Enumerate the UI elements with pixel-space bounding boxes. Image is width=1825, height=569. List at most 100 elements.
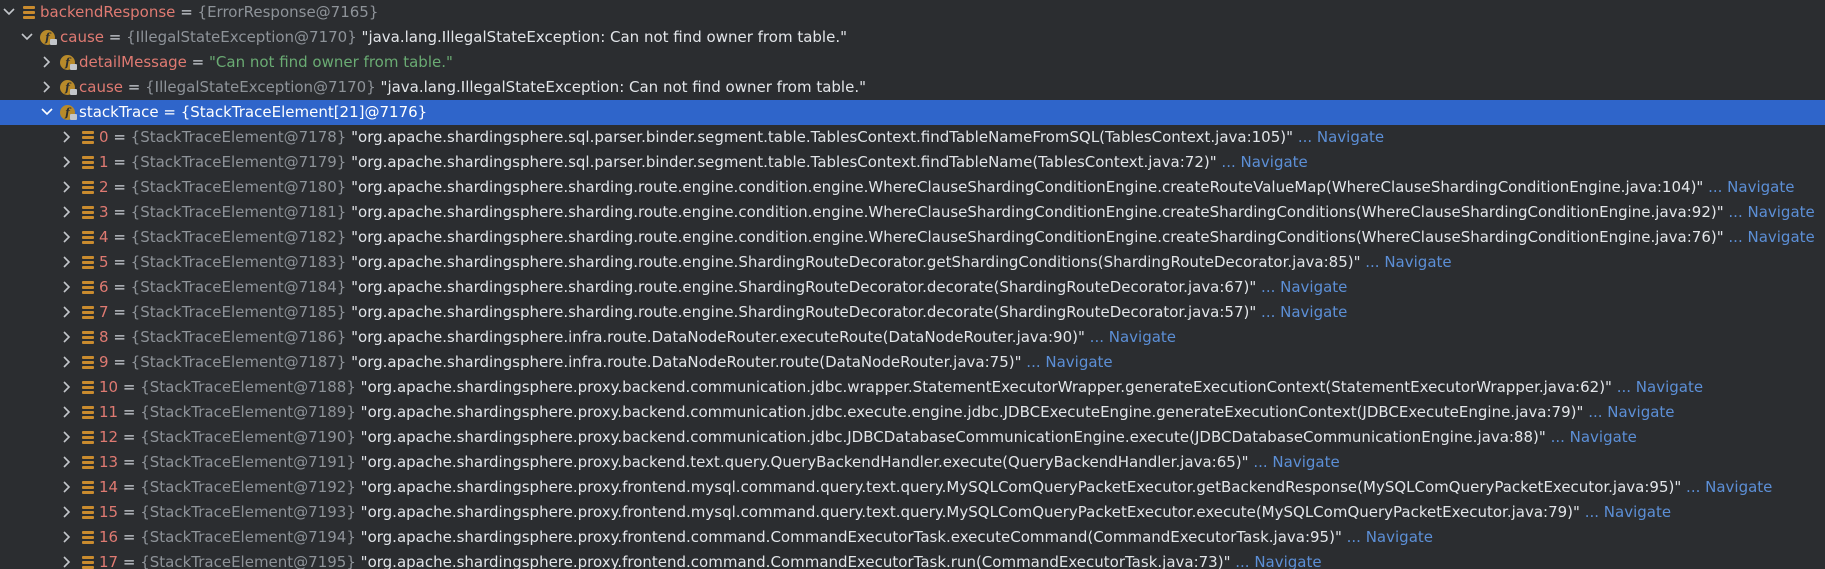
navigate-link[interactable]: ... Navigate (1261, 278, 1347, 296)
frame-type-ref: {StackTraceElement@7186} (130, 328, 347, 346)
tree-row-cause[interactable]: f cause = {IllegalStateException@7170} "… (0, 25, 1825, 50)
tree-row-cause-nested[interactable]: f cause = {IllegalStateException@7170} "… (0, 75, 1825, 100)
tree-row-stack-frame[interactable]: 6 = {StackTraceElement@7184} "org.apache… (0, 275, 1825, 300)
frame-text: "org.apache.shardingsphere.proxy.backend… (360, 403, 1584, 421)
variable-object-icon (80, 505, 95, 520)
tree-row-stack-frame[interactable]: 2 = {StackTraceElement@7180} "org.apache… (0, 175, 1825, 200)
tree-row-stack-frame[interactable]: 11 = {StackTraceElement@7189} "org.apach… (0, 400, 1825, 425)
chevron-right-icon[interactable] (60, 475, 74, 500)
navigate-link[interactable]: ... Navigate (1253, 453, 1339, 471)
frame-text: "org.apache.shardingsphere.sharding.rout… (351, 203, 1724, 221)
tree-row-stack-frame[interactable]: 5 = {StackTraceElement@7183} "org.apache… (0, 250, 1825, 275)
chevron-right-icon[interactable] (60, 325, 74, 350)
navigate-link[interactable]: ... Navigate (1728, 203, 1814, 221)
tree-row-stack-frame[interactable]: 10 = {StackTraceElement@7188} "org.apach… (0, 375, 1825, 400)
chevron-right-icon[interactable] (60, 525, 74, 550)
chevron-down-icon[interactable] (2, 0, 16, 25)
chevron-right-icon[interactable] (40, 75, 54, 100)
frame-type-ref: {StackTraceElement@7191} (140, 453, 356, 471)
frame-text: "org.apache.shardingsphere.infra.route.D… (351, 328, 1085, 346)
tree-row-stack-trace[interactable]: f stackTrace = {StackTraceElement[21]@71… (0, 100, 1825, 125)
variable-name: cause (60, 28, 104, 46)
chevron-down-icon[interactable] (40, 100, 54, 125)
variable-object-icon (80, 330, 95, 345)
chevron-right-icon[interactable] (60, 550, 74, 569)
frame-index: 12 (99, 428, 119, 446)
frame-index: 3 (99, 203, 109, 221)
frame-text: "org.apache.shardingsphere.proxy.fronten… (360, 503, 1580, 521)
navigate-link[interactable]: ... Navigate (1090, 328, 1176, 346)
chevron-right-icon[interactable] (60, 375, 74, 400)
frame-index: 17 (99, 553, 119, 569)
frame-type-ref: {StackTraceElement@7178} (130, 128, 347, 146)
lock-icon (70, 89, 77, 95)
variable-object-icon (80, 255, 95, 270)
tree-row-backend-response[interactable]: backendResponse = {ErrorResponse@7165} (0, 0, 1825, 25)
tree-row-stack-frame[interactable]: 0 = {StackTraceElement@7178} "org.apache… (0, 125, 1825, 150)
chevron-right-icon[interactable] (60, 200, 74, 225)
frame-text: "org.apache.shardingsphere.sql.parser.bi… (351, 128, 1294, 146)
tree-row-stack-frame[interactable]: 14 = {StackTraceElement@7192} "org.apach… (0, 475, 1825, 500)
navigate-link[interactable]: ... Navigate (1686, 478, 1772, 496)
navigate-link[interactable]: ... Navigate (1708, 178, 1794, 196)
navigate-link[interactable]: ... Navigate (1298, 128, 1384, 146)
navigate-link[interactable]: ... Navigate (1347, 528, 1433, 546)
chevron-right-icon[interactable] (60, 400, 74, 425)
navigate-link[interactable]: ... Navigate (1221, 153, 1307, 171)
variable-object-icon (80, 230, 95, 245)
navigate-link[interactable]: ... Navigate (1617, 378, 1703, 396)
frame-index: 7 (99, 303, 109, 321)
chevron-right-icon[interactable] (60, 450, 74, 475)
variable-type-ref: {IllegalStateException@7170} (145, 78, 376, 96)
frame-index: 8 (99, 328, 109, 346)
navigate-link[interactable]: ... Navigate (1728, 228, 1814, 246)
frame-index: 0 (99, 128, 109, 146)
variable-string-value: "java.lang.IllegalStateException: Can no… (380, 78, 866, 96)
variable-object-icon (80, 530, 95, 545)
navigate-link[interactable]: ... Navigate (1235, 553, 1321, 569)
tree-row-stack-frame[interactable]: 15 = {StackTraceElement@7193} "org.apach… (0, 500, 1825, 525)
chevron-down-icon[interactable] (20, 25, 34, 50)
chevron-right-icon[interactable] (60, 150, 74, 175)
chevron-right-icon[interactable] (60, 125, 74, 150)
variable-object-icon (80, 305, 95, 320)
tree-row-stack-frame[interactable]: 16 = {StackTraceElement@7194} "org.apach… (0, 525, 1825, 550)
chevron-right-icon[interactable] (60, 300, 74, 325)
navigate-link[interactable]: ... Navigate (1588, 403, 1674, 421)
frame-type-ref: {StackTraceElement@7182} (130, 228, 347, 246)
navigate-link[interactable]: ... Navigate (1026, 353, 1112, 371)
frame-index: 15 (99, 503, 119, 521)
variable-object-icon (80, 455, 95, 470)
navigate-link[interactable]: ... Navigate (1365, 253, 1451, 271)
tree-row-stack-frame[interactable]: 12 = {StackTraceElement@7190} "org.apach… (0, 425, 1825, 450)
frame-index: 1 (99, 153, 109, 171)
variable-object-icon (80, 355, 95, 370)
chevron-right-icon[interactable] (60, 275, 74, 300)
frame-type-ref: {StackTraceElement@7192} (140, 478, 356, 496)
chevron-right-icon[interactable] (60, 175, 74, 200)
chevron-right-icon[interactable] (60, 425, 74, 450)
frame-index: 4 (99, 228, 109, 246)
tree-row-stack-frame[interactable]: 7 = {StackTraceElement@7185} "org.apache… (0, 300, 1825, 325)
tree-row-stack-frame[interactable]: 17 = {StackTraceElement@7195} "org.apach… (0, 550, 1825, 569)
navigate-link[interactable]: ... Navigate (1551, 428, 1637, 446)
chevron-right-icon[interactable] (60, 350, 74, 375)
variable-string-value: "java.lang.IllegalStateException: Can no… (361, 28, 847, 46)
navigate-link[interactable]: ... Navigate (1261, 303, 1347, 321)
tree-row-stack-frame[interactable]: 1 = {StackTraceElement@7179} "org.apache… (0, 150, 1825, 175)
frame-text: "org.apache.shardingsphere.proxy.fronten… (360, 478, 1682, 496)
tree-row-stack-frame[interactable]: 3 = {StackTraceElement@7181} "org.apache… (0, 200, 1825, 225)
tree-row-stack-frame[interactable]: 4 = {StackTraceElement@7182} "org.apache… (0, 225, 1825, 250)
tree-row-stack-frame[interactable]: 8 = {StackTraceElement@7186} "org.apache… (0, 325, 1825, 350)
tree-row-stack-frame[interactable]: 13 = {StackTraceElement@7191} "org.apach… (0, 450, 1825, 475)
chevron-right-icon[interactable] (60, 225, 74, 250)
tree-row-stack-frame[interactable]: 9 = {StackTraceElement@7187} "org.apache… (0, 350, 1825, 375)
frame-text: "org.apache.shardingsphere.proxy.backend… (360, 453, 1249, 471)
tree-row-detail-message[interactable]: f detailMessage = "Can not find owner fr… (0, 50, 1825, 75)
variable-object-icon (21, 5, 36, 20)
chevron-right-icon[interactable] (40, 50, 54, 75)
chevron-right-icon[interactable] (60, 250, 74, 275)
navigate-link[interactable]: ... Navigate (1585, 503, 1671, 521)
chevron-right-icon[interactable] (60, 500, 74, 525)
variable-name: stackTrace (79, 103, 159, 121)
